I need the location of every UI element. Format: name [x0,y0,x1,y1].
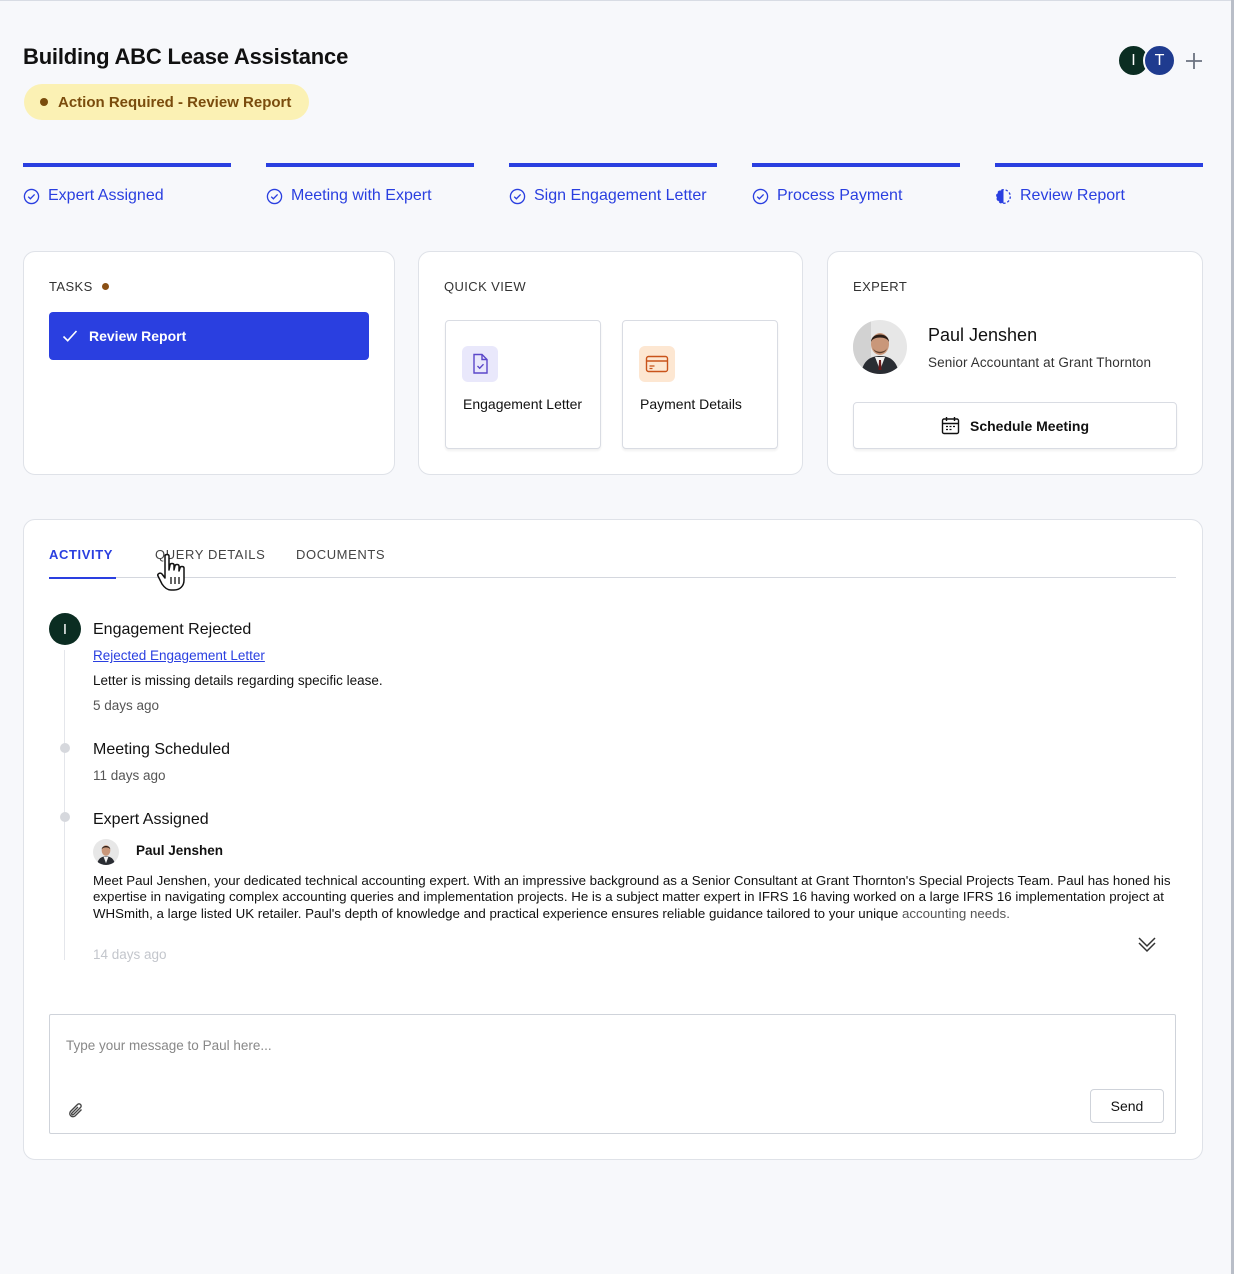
participant-avatars: I T [1117,44,1206,77]
timeline-line [64,650,65,960]
tile-label: Payment Details [640,396,742,412]
tab-activity[interactable]: ACTIVITY [49,546,116,579]
step-bar [23,163,231,167]
step-expert-assigned[interactable]: Expert Assigned [23,163,231,205]
page-title: Building ABC Lease Assistance [23,44,349,69]
avatar[interactable]: T [1143,44,1176,77]
step-bar [509,163,717,167]
hand-cursor-icon [157,553,185,591]
rejected-engagement-letter-link[interactable]: Rejected Engagement Letter [93,648,265,663]
schedule-meeting-label: Schedule Meeting [969,417,1090,434]
schedule-meeting-button[interactable]: Schedule Meeting [853,402,1177,449]
step-bar [266,163,474,167]
expert-role: Senior Accountant at Grant Thornton [928,355,1152,370]
calendar-icon [941,417,960,435]
expert-bio: Meet Paul Jenshen, your dedicated techni… [93,873,1173,922]
author-name: Paul Jenshen [136,843,224,858]
author-avatar [93,839,119,865]
tasks-card: TASKS Review Report [23,251,395,475]
timeline-dot-icon [60,743,70,753]
document-check-icon [462,346,498,382]
double-chevron-down-icon[interactable] [1136,933,1158,955]
expert-name: Paul Jenshen [928,325,1038,345]
expert-heading: EXPERT [853,279,908,294]
tasks-heading-row: TASKS [49,279,109,294]
status-dot-icon [40,98,48,106]
status-badge: Action Required - Review Report [24,84,310,120]
send-button[interactable]: Send [1090,1089,1164,1123]
event-timestamp: 5 days ago [93,698,160,713]
step-label: Sign Engagement Letter [534,187,707,204]
plus-icon [1186,52,1202,69]
tab-documents[interactable]: DOCUMENTS [296,546,385,578]
avatar: I [49,613,81,645]
task-label: Review Report [89,328,187,344]
window-top-edge [0,0,1234,1]
event-title: Engagement Rejected [93,621,252,638]
event-title: Expert Assigned [93,811,209,828]
step-bar [752,163,960,167]
tile-label: Engagement Letter [463,396,583,412]
step-label: Review Report [1020,187,1125,204]
step-bar [995,163,1203,167]
step-label: Meeting with Expert [291,187,432,204]
status-text: Action Required - Review Report [58,93,292,111]
expert-card: EXPERT Paul Jenshen Senior Accountant at… [827,251,1203,475]
bio-text-tail: accounting needs. [901,905,1010,921]
tasks-heading: TASKS [49,279,93,294]
message-input[interactable] [66,1033,1066,1057]
check-circle-icon [266,188,283,204]
engagement-letter-tile[interactable]: Engagement Letter [445,320,601,449]
message-composer: Send [49,1014,1176,1134]
event-title: Meeting Scheduled [93,741,230,758]
step-meeting-with-expert[interactable]: Meeting with Expert [266,163,474,205]
review-report-task-button[interactable]: Review Report [49,312,369,360]
event-timestamp: 14 days ago [93,947,167,962]
paperclip-icon[interactable] [66,1101,86,1121]
check-icon [62,330,78,342]
quick-view-card: QUICK VIEW Engagement Letter Payment Det… [418,251,803,475]
check-circle-icon [23,188,40,204]
quick-view-heading: QUICK VIEW [444,279,527,294]
event-description: Letter is missing details regarding spec… [93,673,383,688]
pending-dot-icon [101,283,109,290]
check-circle-icon [509,188,526,204]
add-participant-button[interactable] [1182,49,1206,73]
payment-details-tile[interactable]: Payment Details [622,320,778,449]
step-label: Expert Assigned [48,187,164,204]
progress-steps: Expert Assigned Meeting with Expert Sign… [23,163,1203,213]
activity-tabs: ACTIVITY QUERY DETAILS DOCUMENTS [49,546,1176,579]
credit-card-icon [639,346,675,382]
activity-card: ACTIVITY QUERY DETAILS DOCUMENTS I Engag… [23,519,1203,1160]
half-circle-icon [996,188,1011,204]
check-circle-icon [752,188,769,204]
step-process-payment[interactable]: Process Payment [752,163,960,205]
event-timestamp: 11 days ago [93,768,166,783]
step-review-report[interactable]: Review Report [995,163,1203,205]
step-label: Process Payment [777,187,903,204]
expert-avatar [853,320,907,374]
step-sign-engagement-letter[interactable]: Sign Engagement Letter [509,163,717,205]
timeline-dot-icon [60,812,70,822]
